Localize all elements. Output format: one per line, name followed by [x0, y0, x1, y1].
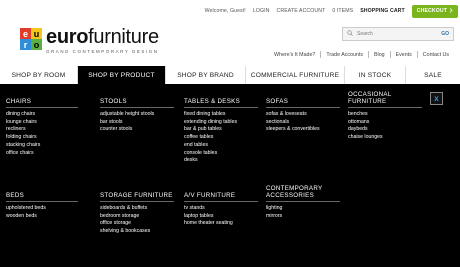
header-link-trade-accounts[interactable]: Trade Accounts — [321, 52, 368, 58]
cart-item-count[interactable]: 0 ITEMS — [332, 8, 353, 14]
menu-link[interactable]: benches — [348, 111, 422, 119]
close-icon: x — [434, 94, 439, 103]
menu-link[interactable]: office storage — [100, 220, 174, 228]
menu-link[interactable]: console tables — [184, 150, 258, 158]
menu-column-av: A/V FURNITURE tv stands laptop tables ho… — [184, 192, 258, 228]
menu-link[interactable]: sideboards & buffets — [100, 205, 174, 213]
menu-link[interactable]: bar stools — [100, 119, 174, 127]
menu-link[interactable]: mirrors — [266, 213, 340, 221]
menu-link[interactable]: recliners — [6, 126, 78, 134]
product-mega-menu: CHAIRS dining chairs lounge chairs recli… — [0, 84, 460, 267]
menu-column-title[interactable]: STORAGE FURNITURE — [100, 192, 174, 202]
checkout-label: CHECKOUT — [416, 8, 447, 14]
create-account-link[interactable]: CREATE ACCOUNT — [277, 8, 326, 14]
menu-link[interactable]: upholstered beds — [6, 205, 78, 213]
search-box[interactable]: Search GO — [342, 27, 454, 41]
menu-link[interactable]: end tables — [184, 142, 258, 150]
menu-link[interactable]: counter stools — [100, 126, 174, 134]
search-icon — [347, 30, 357, 38]
menu-column-storage: STORAGE FURNITURE sideboards & buffets b… — [100, 192, 174, 236]
shopping-cart-link[interactable]: SHOPPING CART — [360, 8, 405, 14]
nav-sale[interactable]: SALE — [406, 66, 460, 84]
menu-column-tables-desks: TABLES & DESKS fixed dining tables exten… — [184, 98, 258, 165]
nav-shop-by-brand[interactable]: SHOP BY BRAND — [166, 66, 246, 84]
menu-link[interactable]: adjustable height stools — [100, 111, 174, 119]
menu-link[interactable]: sofas & loveseats — [266, 111, 340, 119]
checkout-button[interactable]: CHECKOUT — [411, 4, 458, 18]
utility-bar: Welcome, Guest! LOGIN CREATE ACCOUNT 0 I… — [0, 0, 460, 22]
logo-wordmark: eurofurniture — [46, 27, 159, 47]
menu-column-title[interactable]: SOFAS — [266, 98, 340, 108]
menu-link[interactable]: lounge chairs — [6, 119, 78, 127]
menu-column-chairs: CHAIRS dining chairs lounge chairs recli… — [6, 98, 78, 157]
menu-column-accessories: CONTEMPORARY ACCESSORIES lighting mirror… — [266, 185, 340, 220]
search-input[interactable]: Search — [357, 31, 373, 37]
logo-mark-letter: o — [31, 39, 42, 50]
menu-link[interactable]: office chairs — [6, 150, 78, 158]
site-header: e u r o eurofurniture GRAND CONTEMPORARY… — [0, 22, 460, 67]
menu-link[interactable]: tv stands — [184, 205, 258, 213]
menu-link[interactable]: folding chairs — [6, 134, 78, 142]
menu-link[interactable]: bar & pub tables — [184, 126, 258, 134]
menu-link[interactable]: dining chairs — [6, 111, 78, 119]
menu-column-sofas: SOFAS sofas & loveseats sectionals sleep… — [266, 98, 340, 134]
menu-link[interactable]: fixed dining tables — [184, 111, 258, 119]
menu-link[interactable]: bedroom storage — [100, 213, 174, 221]
header-link-events[interactable]: Events — [391, 52, 417, 58]
menu-link[interactable]: home theater seating — [184, 220, 258, 228]
nav-in-stock[interactable]: IN STOCK — [345, 66, 406, 84]
menu-column-title[interactable]: CHAIRS — [6, 98, 78, 108]
logo-mark-letter: e — [20, 28, 31, 39]
logo-text: eurofurniture GRAND CONTEMPORARY DESIGN — [46, 27, 159, 54]
menu-link[interactable]: chaise lounges — [348, 134, 422, 142]
menu-link[interactable]: extending dining tables — [184, 119, 258, 127]
chevron-right-icon — [449, 7, 453, 15]
menu-link[interactable]: sleepers & convertibles — [266, 126, 340, 134]
menu-link[interactable]: stacking chairs — [6, 142, 78, 150]
header-link-blog[interactable]: Blog — [369, 52, 390, 58]
menu-column-title[interactable]: TABLES & DESKS — [184, 98, 258, 108]
menu-column-title[interactable]: STOOLS — [100, 98, 174, 108]
menu-column-title[interactable]: A/V FURNITURE — [184, 192, 258, 202]
nav-shop-by-product[interactable]: SHOP BY PRODUCT — [78, 66, 166, 84]
close-menu-button[interactable]: x — [430, 92, 443, 105]
login-link[interactable]: LOGIN — [253, 8, 270, 14]
menu-column-occasional: OCCASIONAL FURNITURE benches ottomans da… — [348, 91, 422, 142]
nav-commercial-furniture[interactable]: COMMERCIAL FURNITURE — [246, 66, 345, 84]
logo-word-light: furniture — [88, 26, 159, 48]
menu-link[interactable]: sectionals — [266, 119, 340, 127]
logo-word-bold: euro — [46, 26, 89, 48]
logo-mark-letter: r — [20, 39, 31, 50]
header-link-where-made[interactable]: Where's It Made? — [269, 52, 320, 58]
header-links: Where's It Made? Trade Accounts Blog Eve… — [269, 51, 454, 58]
menu-link[interactable]: daybeds — [348, 126, 422, 134]
header-link-contact[interactable]: Contact Us — [418, 52, 454, 58]
menu-link[interactable]: ottomans — [348, 119, 422, 127]
menu-column-title[interactable]: OCCASIONAL FURNITURE — [348, 91, 422, 108]
menu-link[interactable]: shelving & bookcases — [100, 228, 174, 236]
menu-link[interactable]: desks — [184, 157, 258, 165]
menu-link[interactable]: coffee tables — [184, 134, 258, 142]
welcome-text: Welcome, Guest! — [204, 8, 246, 14]
menu-column-stools: STOOLS adjustable height stools bar stoo… — [100, 98, 174, 134]
menu-column-beds: BEDS upholstered beds wooden beds — [6, 192, 78, 220]
menu-link[interactable]: wooden beds — [6, 213, 78, 221]
site-logo[interactable]: e u r o eurofurniture GRAND CONTEMPORARY… — [20, 27, 159, 54]
menu-link[interactable]: lighting — [266, 205, 340, 213]
menu-column-title[interactable]: BEDS — [6, 192, 78, 202]
menu-column-title[interactable]: CONTEMPORARY ACCESSORIES — [266, 185, 340, 202]
main-nav: SHOP BY ROOM SHOP BY PRODUCT SHOP BY BRA… — [0, 66, 460, 84]
search-go-button[interactable]: GO — [441, 31, 453, 37]
menu-link[interactable]: laptop tables — [184, 213, 258, 221]
nav-shop-by-room[interactable]: SHOP BY ROOM — [0, 66, 78, 84]
logo-mark: e u r o — [20, 28, 42, 50]
logo-mark-letter: u — [31, 28, 42, 39]
logo-tagline: GRAND CONTEMPORARY DESIGN — [46, 49, 159, 54]
